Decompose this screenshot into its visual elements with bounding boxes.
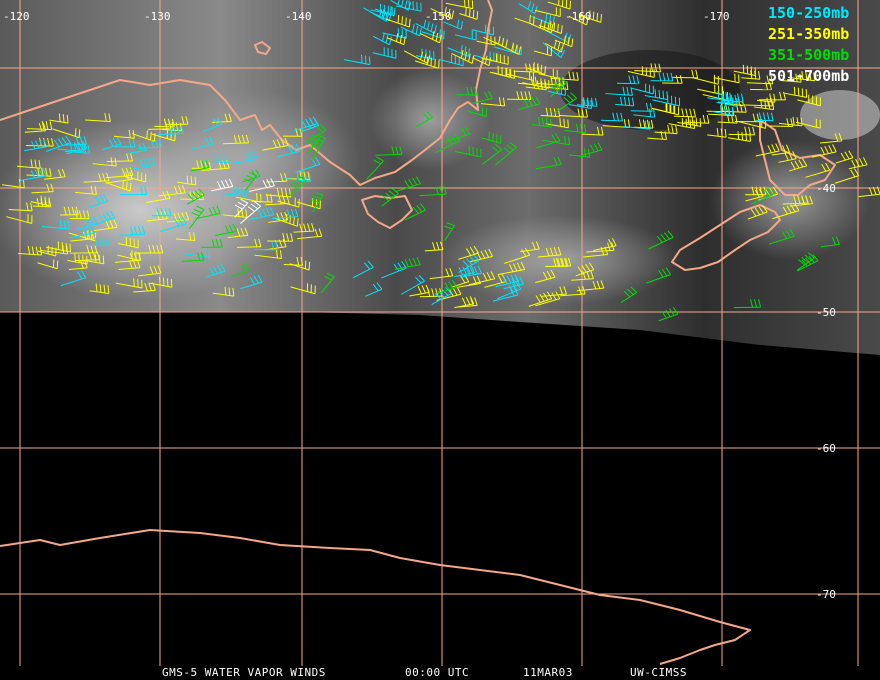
legend-351-500: 351-500mb — [768, 46, 849, 64]
legend-150-250: 150-250mb — [768, 4, 849, 22]
map-canvas: -120 -130 -140 -150 -160 -170 -40 -50 -6… — [0, 0, 880, 679]
map-view: -120 -130 -140 -150 -160 -170 -40 -50 -6… — [0, 0, 880, 680]
lon-label: -120 — [3, 10, 30, 23]
legend-251-350: 251-350mb — [768, 25, 849, 43]
lat-label: -70 — [816, 588, 836, 601]
product-label: GMS-5 WATER VAPOR WINDS — [162, 666, 326, 679]
time-label: 00:00 UTC — [405, 666, 469, 679]
date-label: 11MAR03 — [523, 666, 573, 679]
lat-label: -40 — [816, 182, 836, 195]
legend-501-700: 501-700mb — [768, 67, 849, 85]
footer: GMS-5 WATER VAPOR WINDS 00:00 UTC 11MAR0… — [162, 666, 687, 679]
lon-label: -130 — [144, 10, 171, 23]
lat-label: -50 — [816, 306, 836, 319]
lon-label: -170 — [703, 10, 730, 23]
lon-label: -140 — [285, 10, 312, 23]
lon-label: -150 — [425, 10, 452, 23]
source-label: UW-CIMSS — [630, 666, 687, 679]
lat-label: -60 — [816, 442, 836, 455]
antarctica-coast — [0, 529, 751, 665]
lon-label: -160 — [565, 10, 592, 23]
